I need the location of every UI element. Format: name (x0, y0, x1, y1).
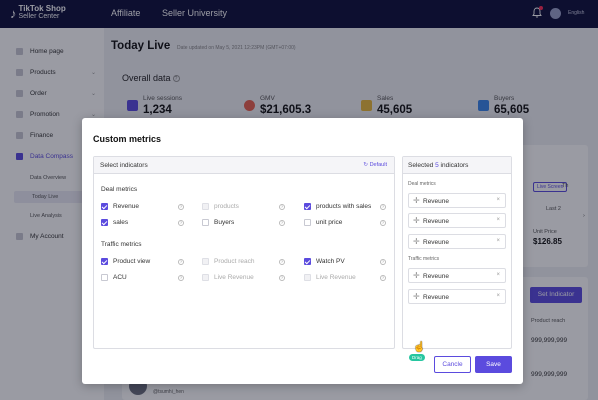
drag-handle-icon[interactable]: ✛ (413, 271, 420, 280)
selected-indicators-title: Selected 5 indicators (408, 162, 469, 169)
option-products: products (202, 203, 239, 210)
close-icon[interactable]: × (496, 197, 500, 203)
option-product-view[interactable]: Product view (101, 258, 150, 265)
modal-title: Custom metrics (93, 134, 162, 144)
option-products-with-sales[interactable]: products with sales (304, 203, 371, 210)
option-revenue[interactable]: Revenue (101, 203, 139, 210)
checkbox-unchecked[interactable] (101, 274, 108, 281)
help-icon[interactable]: ? (178, 204, 184, 210)
checkbox-checked[interactable] (101, 258, 108, 265)
cancel-button[interactable]: Cancle (434, 356, 471, 373)
option-unit-price[interactable]: unit price (304, 219, 342, 226)
drag-handle-icon[interactable]: ✛ (413, 292, 420, 301)
help-icon[interactable]: ? (279, 259, 285, 265)
option-sales[interactable]: sales (101, 219, 128, 226)
checkbox-disabled (202, 258, 209, 265)
drag-tooltip: Drag (409, 354, 425, 361)
option-acu[interactable]: ACU (101, 274, 127, 281)
help-icon[interactable]: ? (279, 204, 285, 210)
hand-cursor-icon: ☝ (413, 342, 426, 353)
selected-indicators-panel: Selected 5 indicators Deal metrics ✛ Rev… (402, 156, 512, 349)
option-product-reach: Product reach (202, 258, 254, 265)
selected-chip[interactable]: ✛ Reveune × (408, 213, 506, 228)
drag-handle-icon[interactable]: ✛ (413, 216, 420, 225)
help-icon[interactable]: ? (380, 275, 386, 281)
help-icon[interactable]: ? (178, 259, 184, 265)
option-buyers[interactable]: Buyers (202, 219, 234, 226)
close-icon[interactable]: × (496, 217, 500, 223)
traffic-metrics-title: Traffic metrics (101, 241, 142, 248)
close-icon[interactable]: × (496, 272, 500, 278)
selected-chip[interactable]: ✛ Reveune × (408, 289, 506, 304)
selected-deal-title: Deal metrics (408, 181, 436, 187)
checkbox-disabled (202, 203, 209, 210)
checkbox-unchecked[interactable] (202, 219, 209, 226)
selected-chip[interactable]: ✛ Reveune × (408, 234, 506, 249)
select-indicators-title: Select indicators (100, 162, 148, 169)
checkbox-disabled (304, 274, 311, 281)
help-icon[interactable]: ? (178, 275, 184, 281)
close-icon[interactable]: × (496, 293, 500, 299)
custom-metrics-modal: Custom metrics Select indicators ↻ Defau… (82, 118, 523, 384)
checkbox-checked[interactable] (101, 203, 108, 210)
help-icon[interactable]: ? (279, 275, 285, 281)
drag-handle-icon[interactable]: ✛ (413, 196, 420, 205)
selected-chip[interactable]: ✛ Reveune × (408, 268, 506, 283)
select-indicators-panel: Select indicators ↻ Default Deal metrics… (93, 156, 395, 349)
selected-chip[interactable]: ✛ Reveune × (408, 193, 506, 208)
checkbox-unchecked[interactable] (304, 219, 311, 226)
deal-metrics-title: Deal metrics (101, 186, 138, 193)
checkbox-checked[interactable] (101, 219, 108, 226)
help-icon[interactable]: ? (279, 220, 285, 226)
selected-traffic-title: Traffic metrics (408, 256, 440, 262)
help-icon[interactable]: ? (380, 220, 386, 226)
option-live-revenue-2: Live Revenue (304, 274, 356, 281)
help-icon[interactable]: ? (380, 259, 386, 265)
checkbox-checked[interactable] (304, 258, 311, 265)
help-icon[interactable]: ? (380, 204, 386, 210)
panel-header: Selected 5 indicators (403, 157, 511, 174)
option-watch-pv[interactable]: Watch PV (304, 258, 345, 265)
option-live-revenue: Live Revenue (202, 274, 254, 281)
checkbox-checked[interactable] (304, 203, 311, 210)
help-icon[interactable]: ? (178, 220, 184, 226)
drag-handle-icon[interactable]: ✛ (413, 237, 420, 246)
default-button[interactable]: ↻ Default (363, 162, 387, 168)
checkbox-disabled (202, 274, 209, 281)
close-icon[interactable]: × (496, 238, 500, 244)
panel-header: Select indicators ↻ Default (94, 157, 394, 174)
save-button[interactable]: Save (475, 356, 512, 373)
